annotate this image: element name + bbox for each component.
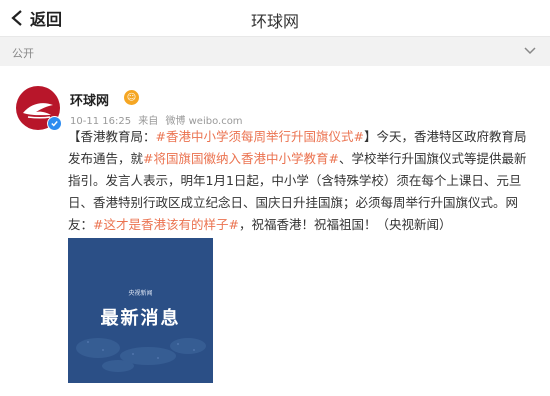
hashtag-link[interactable]: #这才是香港该有的样子# [93, 217, 239, 232]
hashtag-link[interactable]: #将国旗国徽纳入香港中小学教育# [143, 151, 339, 166]
post-image[interactable]: 央视新闻 最新消息 [68, 238, 213, 383]
post-meta: 10-11 16:25 来自 微博 weibo.com [70, 112, 247, 127]
visibility-label: 公开 [12, 47, 34, 60]
verified-badge-icon [47, 116, 62, 131]
chevron-down-icon [524, 47, 536, 55]
image-headline: 最新消息 [100, 308, 181, 329]
post-card: 环球网 ☺ 10-11 16:25 来自 微博 weibo.com 【香港教育局… [0, 66, 550, 396]
content-text: 【香港教育局： [68, 129, 156, 144]
visibility-selector[interactable]: 公开 [0, 37, 550, 66]
page-title: 环球网 [250, 12, 299, 31]
author-name[interactable]: 环球网 [70, 90, 109, 109]
post-content: 【香港教育局：#香港中小学须每周举行升国旗仪式#】今天，香港特区政府教育局发布通… [68, 126, 534, 236]
content-text: ，祝福香港！祝福祖国！（央视新闻） [238, 217, 452, 232]
member-level-icon: ☺ [124, 90, 139, 105]
top-navigation-bar: 返回 环球网 [0, 0, 550, 37]
hashtag-link[interactable]: #香港中小学须每周举行升国旗仪式# [156, 129, 364, 144]
cctv-news-logo: 央视新闻 [128, 290, 153, 297]
